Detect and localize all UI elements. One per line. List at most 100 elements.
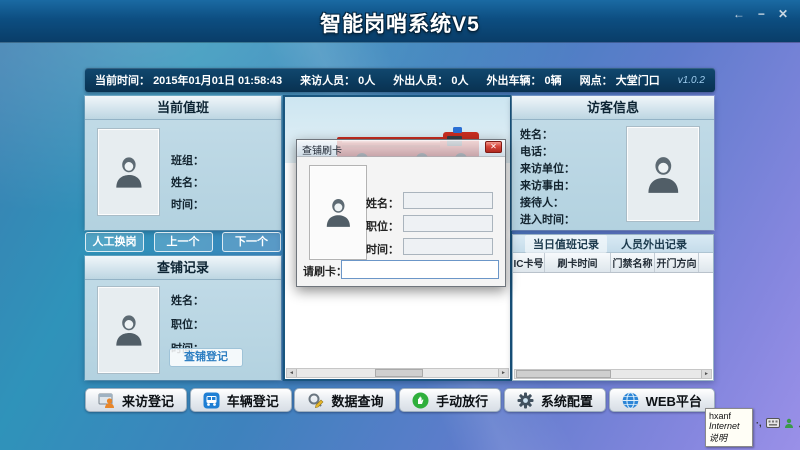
scroll-right-arrow[interactable]: ► [498, 369, 508, 377]
ime-tooltip-line1: hxanf [709, 411, 749, 421]
app-window: 智能岗哨系统V5 ← − ✕ 当前时间： 2015年01月01日 01:58:4… [0, 0, 800, 450]
visitor-entry-time-label: 进入时间： [520, 211, 575, 227]
dialog-title: 查铺刷卡 [302, 142, 342, 157]
scroll-thumb[interactable] [375, 369, 423, 377]
app-title: 智能岗哨系统V5 [0, 8, 800, 38]
toolbar-button-label: 来访登记 [122, 391, 174, 410]
records-tabs: 当日值班记录 人员外出记录 [513, 235, 713, 253]
dialog-time-input[interactable] [403, 238, 493, 255]
dialog-name-input[interactable] [403, 192, 493, 209]
dialog-body: 姓名： 职位： 时间： 请刷卡： [297, 157, 505, 286]
web-platform-icon [622, 392, 639, 409]
toolbar-button-label: 数据查询 [331, 391, 383, 410]
bedcheck-name-label: 姓名： [171, 292, 204, 308]
current-time-value: 2015年01月01日 01:58:43 [153, 75, 282, 87]
ime-mode-icon[interactable] [784, 418, 794, 429]
column-door-name: 门禁名称 [611, 253, 655, 272]
out-vehicle-value: 0辆 [545, 75, 562, 87]
person-icon [641, 152, 686, 197]
bedcheck-swipe-dialog: 查铺刷卡 ✕ 姓名： 职位： 时间： 请刷卡： [296, 139, 506, 287]
bedcheck-photo-placeholder [97, 286, 160, 374]
ime-tooltip-line2: Internet 说明 [709, 421, 749, 444]
duty-photo-placeholder [97, 128, 160, 216]
column-swipe-time: 刷卡时间 [545, 253, 611, 272]
records-horizontal-scrollbar[interactable]: ► [514, 369, 712, 379]
visitor-company-label: 来访单位： [520, 160, 575, 176]
column-door-direction: 开门方向 [655, 253, 699, 272]
person-icon [110, 153, 148, 191]
punctuation-icon[interactable]: ·, [756, 418, 762, 428]
visitor-info-panel: 访客信息 姓名： 电话： 来访单位： 来访事由： 接待人： 进入时间： [512, 96, 714, 230]
close-icon[interactable]: ✕ [778, 7, 788, 21]
column-ic-card: IC卡号 [513, 253, 545, 272]
data-query-icon [307, 392, 324, 409]
tab-personnel-out-records[interactable]: 人员外出记录 [613, 235, 695, 253]
dialog-time-label: 时间： [351, 241, 399, 257]
out-personnel-label: 外出人员： [393, 75, 448, 87]
bedcheck-register-button[interactable]: 查铺登记 [169, 348, 243, 367]
manual-shift-button[interactable]: 人工换岗 [85, 232, 144, 252]
vehicle-register-button[interactable]: 车辆登记 [190, 388, 292, 412]
vehicle-register-icon [203, 392, 220, 409]
toolbar-button-label: 手动放行 [436, 391, 488, 410]
manual-release-button[interactable]: 手动放行 [399, 388, 501, 412]
out-vehicle-label: 外出车辆： [486, 75, 541, 87]
current-time-label: 当前时间： [95, 75, 150, 87]
current-duty-panel: 当前值班 班组： 姓名： 时间： [85, 96, 281, 230]
site-value: 大堂门口 [616, 75, 660, 87]
camera-horizontal-scrollbar[interactable]: ◄ ► [286, 368, 509, 378]
visitor-register-button[interactable]: 来访登记 [85, 388, 187, 412]
title-bar: 智能岗哨系统V5 ← − ✕ [0, 0, 800, 42]
visitor-photo-placeholder [626, 126, 700, 222]
web-platform-button[interactable]: WEB平台 [609, 388, 715, 412]
next-button[interactable]: 下一个 [222, 232, 281, 252]
duty-name-label: 姓名： [171, 174, 204, 190]
ime-toolbar: ·, [756, 417, 800, 429]
previous-button[interactable]: 上一个 [154, 232, 213, 252]
dialog-title-bar[interactable]: 查铺刷卡 ✕ [297, 140, 505, 157]
site-label: 网点： [580, 75, 613, 87]
back-icon[interactable]: ← [733, 7, 745, 21]
duty-team-label: 班组： [171, 152, 204, 168]
dialog-name-label: 姓名： [351, 195, 399, 211]
scroll-thumb[interactable] [516, 370, 611, 378]
visitor-host-label: 接待人： [520, 194, 564, 210]
toolbar-button-label: 车辆登记 [227, 391, 279, 410]
out-personnel-value: 0人 [451, 75, 468, 87]
records-table-body [513, 273, 713, 369]
visitor-count: 来访人员： 0人 [300, 72, 375, 88]
scroll-left-arrow[interactable]: ◄ [287, 369, 297, 377]
toolbar-button-label: WEB平台 [646, 391, 702, 410]
current-time: 当前时间： 2015年01月01日 01:58:43 [95, 72, 282, 88]
window-controls: ← − ✕ [733, 7, 788, 21]
bedcheck-title: 查铺记录 [85, 256, 281, 280]
visitor-count-value: 0人 [358, 75, 375, 87]
system-config-icon [517, 392, 534, 409]
tab-daily-duty-records[interactable]: 当日值班记录 [525, 235, 607, 253]
duty-time-label: 时间： [171, 196, 204, 212]
out-personnel-count: 外出人员： 0人 [393, 72, 468, 88]
bedcheck-panel: 查铺记录 姓名： 职位： 时间： 查铺登记 [85, 256, 281, 380]
toolbar-button-label: 系统配置 [541, 391, 593, 410]
visitor-register-icon [98, 392, 115, 409]
data-query-button[interactable]: 数据查询 [294, 388, 396, 412]
visitor-info-title: 访客信息 [512, 96, 714, 120]
visitor-reason-label: 来访事由： [520, 177, 575, 193]
keyboard-icon[interactable] [766, 418, 780, 428]
site-name: 网点： 大堂门口 [580, 72, 660, 88]
visitor-name-label: 姓名： [520, 126, 553, 142]
column-filler [699, 253, 713, 272]
dialog-position-input[interactable] [403, 215, 493, 232]
duty-button-row: 人工换岗 上一个 下一个 [85, 232, 281, 252]
ime-tooltip: hxanf Internet 说明 [705, 408, 753, 447]
swipe-card-input[interactable] [341, 260, 499, 279]
current-duty-title: 当前值班 [85, 96, 281, 120]
system-config-button[interactable]: 系统配置 [504, 388, 606, 412]
bedcheck-position-label: 职位： [171, 316, 204, 332]
dialog-position-label: 职位： [351, 218, 399, 234]
status-bar: 当前时间： 2015年01月01日 01:58:43 来访人员： 0人 外出人员… [85, 68, 715, 92]
dialog-close-icon[interactable]: ✕ [485, 141, 502, 153]
minimize-icon[interactable]: − [758, 7, 765, 21]
visitor-phone-label: 电话： [520, 143, 553, 159]
scroll-right-arrow[interactable]: ► [701, 370, 711, 378]
